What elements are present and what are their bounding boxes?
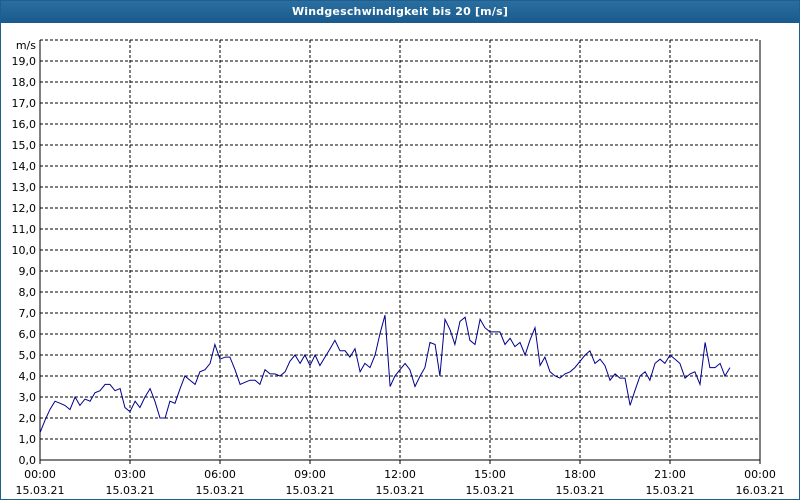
x-tick-date: 15.03.21	[286, 484, 335, 497]
y-tick-label: 18,0	[12, 76, 37, 89]
y-tick-label: 16,0	[12, 118, 37, 131]
x-tick-time: 09:00	[294, 468, 326, 481]
x-tick-time: 06:00	[204, 468, 236, 481]
y-axis-unit: m/s	[16, 39, 36, 52]
y-tick-label: 0,0	[19, 454, 37, 467]
y-tick-label: 4,0	[19, 370, 37, 383]
x-tick-date: 15.03.21	[376, 484, 425, 497]
y-tick-label: 5,0	[19, 349, 37, 362]
y-tick-label: 6,0	[19, 328, 37, 341]
x-tick-time: 21:00	[654, 468, 686, 481]
y-tick-label: 12,0	[12, 202, 37, 215]
x-tick-date: 16.03.21	[736, 484, 785, 497]
y-tick-label: 1,0	[19, 433, 37, 446]
x-tick-date: 15.03.21	[16, 484, 65, 497]
y-tick-label: 10,0	[12, 244, 37, 257]
y-tick-label: 19,0	[12, 55, 37, 68]
wind-speed-chart: 0,0 1,0 2,0 3,0 4,0 5,0 6,0 7,0 8,0 9,0 10,0 11,0 12…	[12, 39, 785, 497]
x-tick-time: 03:00	[114, 468, 146, 481]
y-tick-label: 2,0	[19, 412, 37, 425]
y-tick-label: 17,0	[12, 97, 37, 110]
y-tick-label: 7,0	[19, 307, 37, 320]
x-tick-time: 00:00	[744, 468, 776, 481]
x-tick-time: 12:00	[384, 468, 416, 481]
wind-speed-series-line	[39, 314, 731, 433]
x-tick-date: 15.03.21	[556, 484, 605, 497]
y-tick-label: 9,0	[19, 265, 37, 278]
x-tick-date: 15.03.21	[196, 484, 245, 497]
y-tick-label: 3,0	[19, 391, 37, 404]
y-tick-label: 13,0	[12, 181, 37, 194]
x-tick-date: 15.03.21	[466, 484, 515, 497]
x-tick-time: 15:00	[474, 468, 506, 481]
x-tick-time: 00:00	[24, 468, 56, 481]
x-tick-date: 15.03.21	[646, 484, 695, 497]
x-tick-date: 15.03.21	[106, 484, 155, 497]
y-tick-label: 11,0	[12, 223, 37, 236]
y-tick-label: 15,0	[12, 139, 37, 152]
x-tick-time: 18:00	[564, 468, 596, 481]
y-tick-label: 8,0	[19, 286, 37, 299]
y-tick-label: 14,0	[12, 160, 37, 173]
